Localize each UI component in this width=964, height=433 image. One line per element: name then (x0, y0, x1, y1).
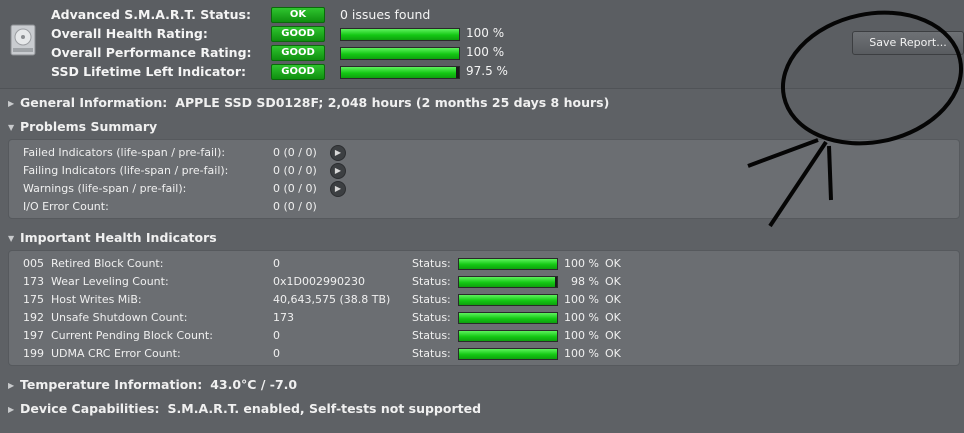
hand-drawn-annotation (747, 10, 964, 228)
